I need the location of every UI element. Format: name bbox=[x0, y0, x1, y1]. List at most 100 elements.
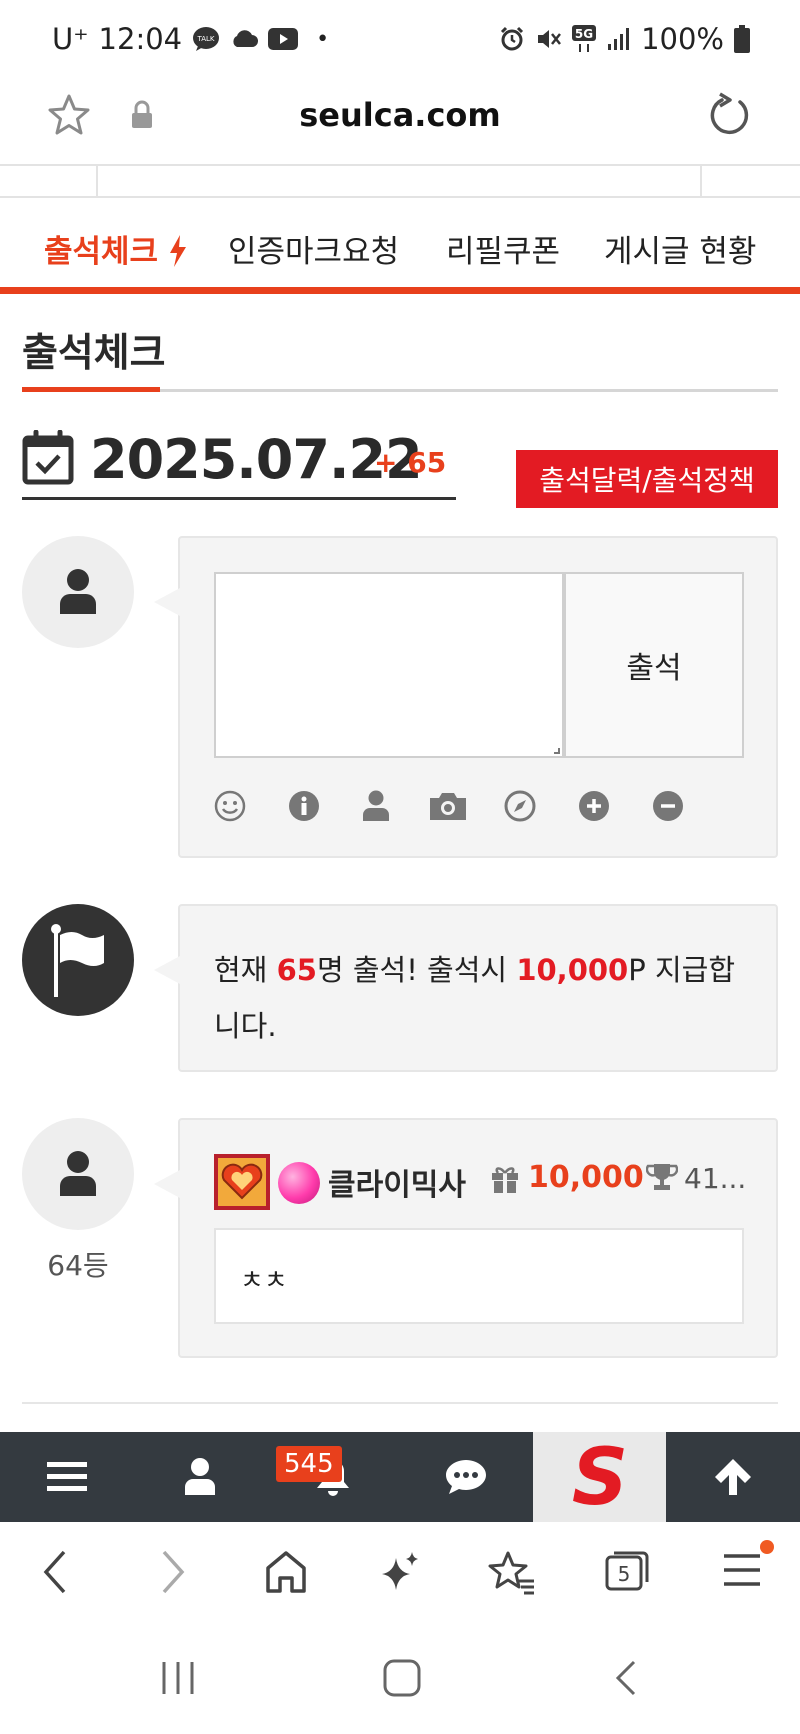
notice-count: 65 bbox=[276, 953, 317, 987]
system-back-icon[interactable] bbox=[612, 1658, 640, 1698]
svg-text:5G: 5G bbox=[575, 27, 593, 41]
attendance-submit-button[interactable]: 출석 bbox=[564, 572, 744, 758]
notification-count-badge: 545 bbox=[276, 1446, 342, 1482]
hamburger-icon bbox=[46, 1462, 87, 1491]
site-logo-icon: S bbox=[571, 1438, 627, 1516]
site-logo-button[interactable]: S bbox=[533, 1432, 666, 1522]
user-icon bbox=[60, 1151, 96, 1196]
attendance-policy-button[interactable]: 출석달력/출석정책 bbox=[516, 450, 778, 508]
attendance-entry: 클라이믹사 10,000 41... ㅊㅊ bbox=[154, 1118, 778, 1358]
notice-mid: 명 출석! 출석시 bbox=[316, 953, 517, 987]
status-bar: U⁺ 12:04 TALK • 5G 100% bbox=[0, 0, 800, 78]
notice-points: 10,000 bbox=[516, 953, 629, 987]
entry-points: 10,000 bbox=[528, 1160, 644, 1195]
entry-rank: 64등 bbox=[47, 1249, 109, 1282]
url-text[interactable]: seulca.com bbox=[0, 96, 800, 134]
alarm-icon bbox=[501, 26, 524, 51]
forward-icon[interactable] bbox=[158, 1548, 188, 1596]
tab-label: 출석체크 bbox=[44, 234, 159, 270]
notice-avatar bbox=[22, 904, 134, 1016]
notice-prefix: 현재 bbox=[214, 953, 277, 987]
tab-post-status[interactable]: 게시글 현황 bbox=[604, 226, 756, 271]
back-icon[interactable] bbox=[40, 1548, 70, 1596]
composer-toolbar bbox=[214, 790, 734, 830]
arrow-up-icon bbox=[714, 1459, 751, 1495]
network-5g-icon: 5G bbox=[572, 25, 597, 52]
kakaotalk-icon: TALK bbox=[193, 27, 220, 51]
flag-icon bbox=[51, 924, 104, 997]
status-right: 5G 100% bbox=[499, 22, 750, 56]
calendar-check-icon bbox=[22, 430, 74, 485]
profile-button[interactable] bbox=[133, 1432, 266, 1522]
site-bottom-bar: 545 S bbox=[0, 1432, 800, 1522]
entry-username[interactable]: 클라이믹사 bbox=[328, 1160, 466, 1204]
notification-dot: • bbox=[316, 26, 330, 52]
attendance-date: 2025.07.22 bbox=[90, 428, 423, 491]
compass-icon[interactable] bbox=[504, 790, 536, 822]
system-nav-bar bbox=[0, 1628, 800, 1734]
chat-button[interactable] bbox=[399, 1432, 532, 1522]
svg-text:S: S bbox=[571, 1438, 627, 1516]
title-underline-accent bbox=[22, 387, 160, 392]
tab-bar: 출석체크 인증마크요청 리필쿠폰 게시글 현황 bbox=[0, 198, 800, 294]
level-badge-icon bbox=[214, 1154, 270, 1210]
user-icon bbox=[60, 569, 96, 614]
recent-apps-icon[interactable] bbox=[160, 1658, 196, 1698]
address-bar: seulca.com bbox=[0, 78, 800, 166]
browser-menu-icon[interactable] bbox=[722, 1548, 762, 1592]
attendance-notice: 현재 65명 출석! 출석시 10,000P 지급합니다. bbox=[154, 904, 778, 1072]
bookmarks-icon[interactable] bbox=[488, 1548, 536, 1596]
carrier-label: U⁺ bbox=[52, 22, 89, 56]
battery-icon bbox=[734, 25, 750, 53]
user-icon bbox=[184, 1458, 215, 1495]
resize-handle[interactable] bbox=[554, 748, 560, 754]
tab-attendance[interactable]: 출석체크 bbox=[44, 226, 187, 271]
date-row: 2025.07.22 + 65 bbox=[22, 424, 456, 500]
battery-percent: 100% bbox=[641, 22, 724, 56]
entry-trophy-value: 41... bbox=[684, 1162, 747, 1195]
plus-circle-icon[interactable] bbox=[578, 790, 610, 822]
browser-nav-bar: 5 bbox=[0, 1522, 800, 1628]
list-divider bbox=[22, 1402, 778, 1404]
entry-comment-box: ㅊㅊ bbox=[214, 1228, 744, 1324]
smile-icon[interactable] bbox=[214, 790, 246, 822]
attendance-composer: 출석 bbox=[154, 536, 778, 858]
entry-avatar[interactable] bbox=[22, 1118, 134, 1230]
menu-update-dot bbox=[760, 1540, 774, 1554]
camera-icon[interactable] bbox=[428, 790, 468, 822]
user-icon[interactable] bbox=[362, 790, 390, 822]
svg-text:5: 5 bbox=[618, 1562, 631, 1586]
status-time: 12:04 bbox=[98, 22, 183, 56]
mute-icon bbox=[538, 30, 562, 48]
my-avatar bbox=[22, 536, 134, 648]
minus-circle-icon[interactable] bbox=[652, 790, 684, 822]
info-icon[interactable] bbox=[288, 790, 320, 822]
sparkle-icon[interactable] bbox=[378, 1548, 422, 1596]
entry-comment: ㅊㅊ bbox=[240, 1266, 288, 1296]
chat-icon bbox=[445, 1460, 486, 1494]
home-button-icon[interactable] bbox=[382, 1658, 422, 1698]
home-icon[interactable] bbox=[264, 1548, 308, 1596]
tab-refill-coupon[interactable]: 리필쿠폰 bbox=[446, 226, 560, 271]
tab-certification[interactable]: 인증마크요청 bbox=[228, 226, 399, 271]
notice-text: 현재 65명 출석! 출석시 10,000P 지급합니다. bbox=[214, 942, 754, 1054]
lightning-icon bbox=[169, 235, 186, 267]
trophy-icon bbox=[646, 1164, 678, 1190]
attendance-count: + 65 bbox=[374, 446, 447, 479]
strip-cell bbox=[0, 166, 98, 196]
svg-text:TALK: TALK bbox=[197, 35, 215, 43]
gift-icon bbox=[492, 1167, 518, 1193]
menu-button[interactable] bbox=[0, 1432, 133, 1522]
signal-icon bbox=[608, 28, 630, 50]
level-orb-icon bbox=[278, 1162, 320, 1204]
ad-strip bbox=[0, 164, 800, 198]
scroll-top-button[interactable] bbox=[666, 1432, 799, 1522]
tabs-icon[interactable]: 5 bbox=[604, 1548, 650, 1594]
reload-icon[interactable] bbox=[704, 92, 752, 140]
entry-user-line: 클라이믹사 10,000 41... bbox=[214, 1154, 774, 1210]
page-title: 출석체크 bbox=[22, 331, 166, 376]
comment-textarea[interactable] bbox=[214, 572, 564, 758]
youtube-icon bbox=[268, 28, 299, 50]
strip-divider bbox=[700, 166, 702, 196]
status-left: U⁺ 12:04 TALK • bbox=[52, 22, 329, 56]
